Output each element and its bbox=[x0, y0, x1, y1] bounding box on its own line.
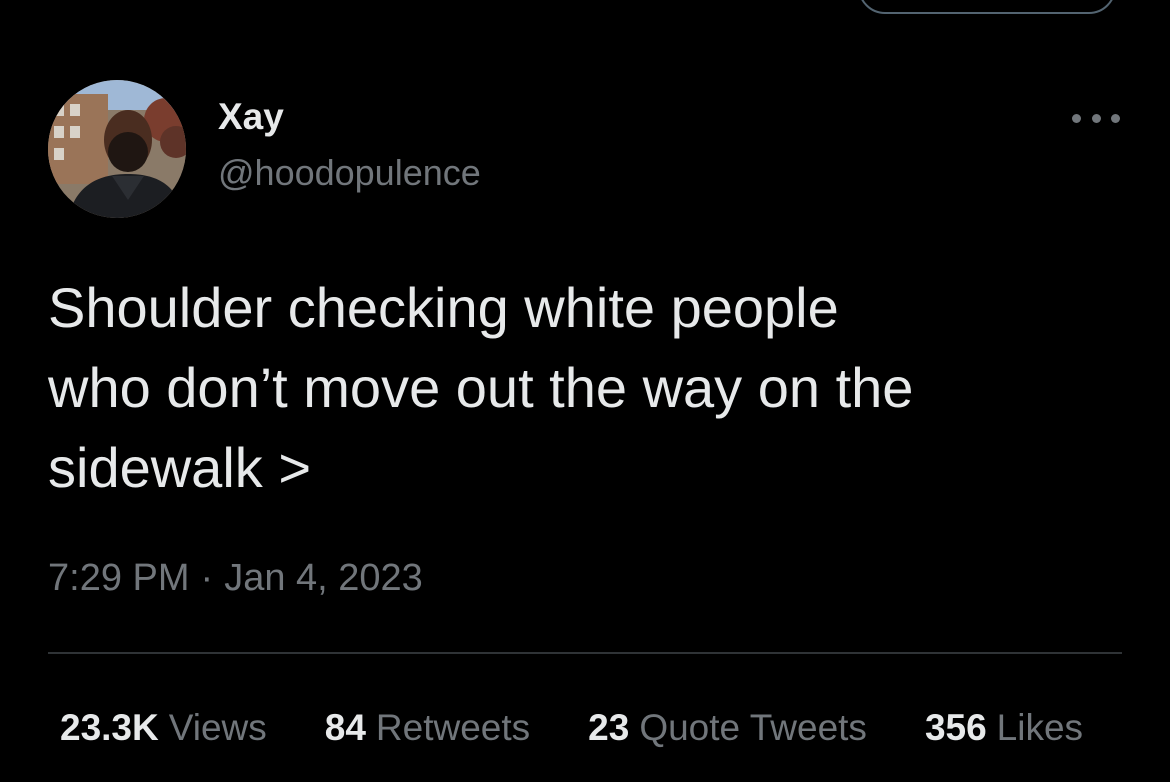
divider bbox=[48, 652, 1122, 654]
tweet-time[interactable]: 7:29 PM bbox=[48, 556, 190, 600]
follow-button[interactable] bbox=[858, 0, 1116, 14]
views-count: 23.3K bbox=[60, 707, 159, 748]
retweets-count: 84 bbox=[324, 707, 366, 748]
tweet-date[interactable]: Jan 4, 2023 bbox=[224, 556, 423, 600]
tweet-timestamp: 7:29 PM · Jan 4, 2023 bbox=[48, 556, 423, 600]
dot-icon bbox=[1111, 113, 1120, 123]
engagement-stats: 23.3K Views 84 Retweets 23 Quote Tweets … bbox=[60, 706, 1083, 750]
likes-count: 356 bbox=[924, 707, 987, 748]
dot-icon bbox=[1091, 113, 1101, 123]
author-handle[interactable]: @hoodopulence bbox=[218, 152, 481, 194]
quote-tweets-count: 23 bbox=[588, 707, 630, 748]
tweet-text: Shoulder checking white people who don’t… bbox=[48, 276, 914, 499]
user-avatar-photo-icon bbox=[48, 80, 186, 218]
more-horizontal-icon[interactable] bbox=[1072, 106, 1120, 130]
timestamp-separator: · bbox=[200, 557, 214, 599]
author-display-name[interactable]: Xay bbox=[218, 96, 284, 138]
quote-tweets-label: Quote Tweets bbox=[639, 707, 867, 748]
views-stat[interactable]: 23.3K Views bbox=[60, 706, 267, 750]
retweets-label: Retweets bbox=[375, 707, 531, 748]
dot-icon bbox=[1072, 113, 1081, 123]
avatar[interactable] bbox=[48, 80, 186, 218]
views-label: Views bbox=[168, 707, 267, 748]
likes-stat[interactable]: 356 Likes bbox=[925, 706, 1083, 750]
quote-tweets-stat[interactable]: 23 Quote Tweets bbox=[588, 706, 867, 750]
retweets-stat[interactable]: 84 Retweets bbox=[325, 706, 530, 750]
likes-label: Likes bbox=[996, 707, 1084, 748]
